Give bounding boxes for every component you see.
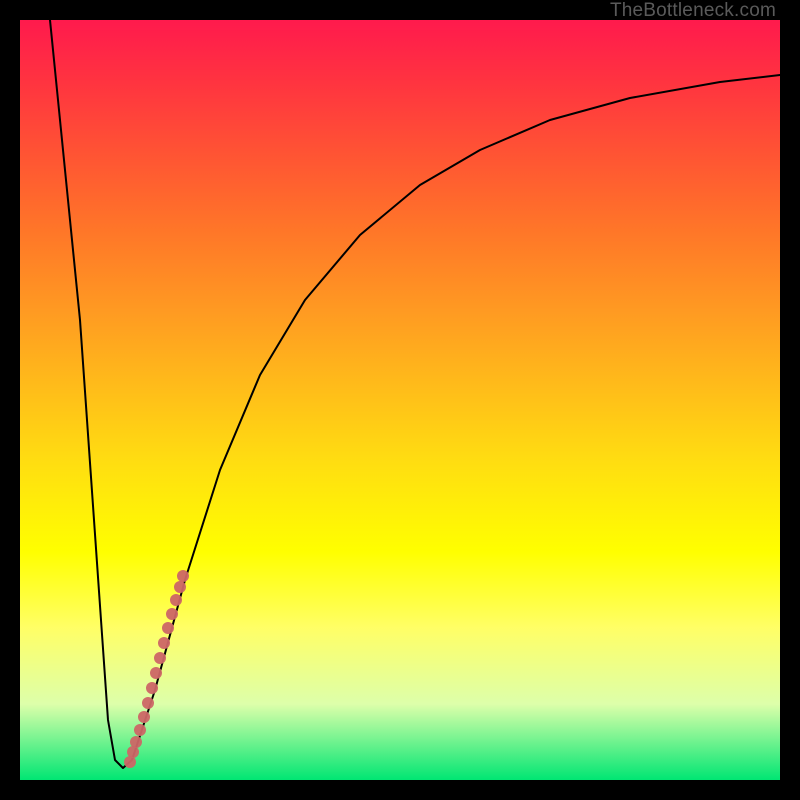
outer-frame: TheBottleneck.com — [0, 0, 800, 800]
chart-svg — [20, 20, 780, 780]
highlight-segment — [124, 570, 189, 768]
plot-area — [20, 20, 780, 780]
attribution-text: TheBottleneck.com — [610, 0, 776, 22]
